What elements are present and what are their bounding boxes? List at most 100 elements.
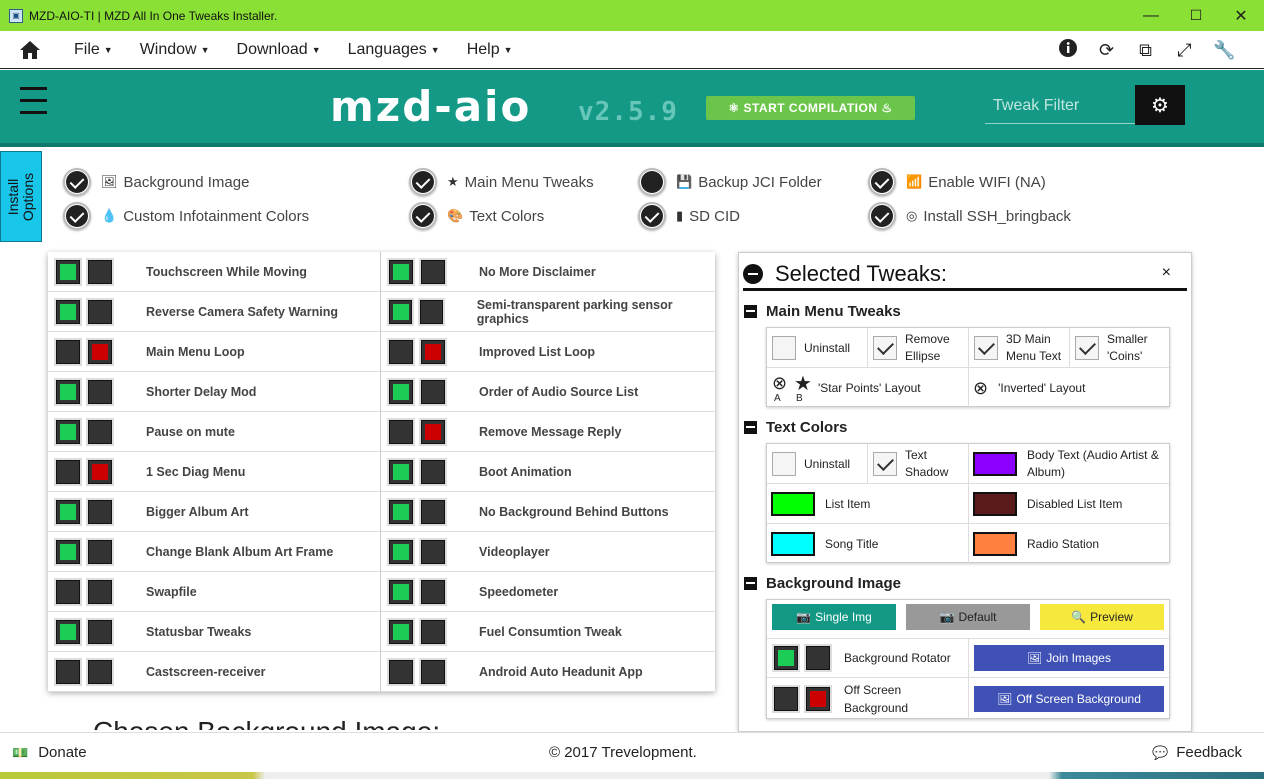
menu-help[interactable]: Help ▼ [467,41,513,59]
install-toggle[interactable] [56,459,80,484]
tweak-row[interactable]: Shorter Delay Mod [48,372,381,412]
checkbox[interactable] [873,335,897,360]
install-toggle[interactable] [389,659,413,684]
uninstall-toggle[interactable] [421,379,445,404]
install-toggle[interactable] [56,539,80,564]
uninstall-toggle[interactable] [421,459,445,484]
install-toggle[interactable] [389,299,412,324]
color-swatch[interactable] [771,491,815,516]
install-toggle[interactable] [56,339,80,364]
info-icon[interactable] [1057,38,1078,63]
checkbox-icon[interactable] [868,202,896,230]
tweak-row[interactable]: Improved List Loop [381,332,715,372]
mm-uninstall[interactable]: Uninstall [767,328,868,368]
uninstall-toggle[interactable] [88,259,112,284]
uninstall-toggle[interactable] [421,579,445,604]
uninstall-toggle[interactable] [421,499,445,524]
tc-text-shadow[interactable]: Text Shadow [868,444,969,484]
option-install-ssh[interactable]: ◎ Install SSH_bringback [868,202,1071,230]
install-toggle[interactable] [389,259,413,284]
tweak-row[interactable]: Speedometer [381,572,715,612]
close-icon[interactable]: × [1162,264,1171,282]
install-toggle[interactable] [56,579,80,604]
tweak-row[interactable]: Semi-transparent parking sensor graphics [381,292,715,332]
close-circle-icon[interactable]: ⊗ [772,373,787,394]
uninstall-toggle[interactable] [88,499,112,524]
checkbox[interactable] [772,335,796,360]
install-options-tab[interactable]: Install Options [0,151,42,242]
checkbox-icon[interactable] [638,168,666,196]
install-toggle[interactable] [389,379,413,404]
collapse-icon[interactable] [744,577,757,590]
tc-disabled-item[interactable]: Disabled List Item [969,484,1171,524]
bg-rotator[interactable]: Background Rotator [767,638,969,678]
wrench-icon[interactable]: 🔧 [1213,40,1235,61]
mm-smaller-coins[interactable]: Smaller 'Coins' [1070,328,1171,368]
uninstall-toggle[interactable] [88,419,112,444]
tweak-row[interactable]: Order of Audio Source List [381,372,715,412]
start-compilation-button[interactable]: ⚛ START COMPILATION ♨ [706,96,915,120]
uninstall-toggle[interactable] [88,459,112,484]
home-icon[interactable] [0,31,60,69]
refresh-icon[interactable]: ⟳ [1096,40,1117,61]
install-toggle[interactable] [389,499,413,524]
tweak-row[interactable]: Remove Message Reply [381,412,715,452]
bg-offscreen[interactable]: Off Screen Background [767,678,969,720]
section-text-colors[interactable]: Text Colors [744,419,847,436]
tweak-row[interactable]: Reverse Camera Safety Warning [48,292,381,332]
uninstall-toggle[interactable] [88,379,112,404]
tweak-row[interactable]: Touchscreen While Moving [48,252,381,292]
menu-languages[interactable]: Languages ▼ [348,41,440,59]
tweak-row[interactable]: 1 Sec Diag Menu [48,452,381,492]
tc-song-title[interactable]: Song Title [767,524,969,564]
option-custom-colors[interactable]: 💧 Custom Infotainment Colors [63,202,309,230]
install-toggle[interactable] [389,539,413,564]
offscreen-background-button[interactable]: 🖼 Off Screen Background [974,686,1164,712]
option-background-image[interactable]: 🖼 Background Image [63,168,249,196]
install-toggle[interactable] [56,619,80,644]
checkbox-icon[interactable] [63,202,91,230]
install-toggle[interactable] [56,419,80,444]
tc-radio-station[interactable]: Radio Station [969,524,1171,564]
tweak-row[interactable]: Bigger Album Art [48,492,381,532]
collapse-icon[interactable] [743,263,763,284]
checkbox-icon[interactable] [638,202,666,230]
option-enable-wifi[interactable]: 📶 Enable WIFI (NA) [868,168,1046,196]
menu-window[interactable]: Window ▼ [140,41,210,59]
checkbox-icon[interactable] [409,202,437,230]
tc-body-text[interactable]: Body Text (Audio Artist & Album) [969,444,1171,484]
color-swatch[interactable] [973,491,1017,516]
install-toggle[interactable] [56,259,80,284]
minimize-button[interactable]: — [1128,0,1174,31]
maximize-button[interactable]: ☐ [1173,0,1219,31]
uninstall-toggle[interactable] [88,299,112,324]
default-button[interactable]: 📷 Default [906,604,1030,630]
uninstall-toggle[interactable] [419,299,443,324]
tweak-row[interactable]: Statusbar Tweaks [48,612,381,652]
tweak-row[interactable]: Pause on mute [48,412,381,452]
install-toggle[interactable] [389,459,413,484]
tweak-row[interactable]: Android Auto Headunit App [381,652,715,692]
uninstall-toggle[interactable] [88,579,112,604]
checkbox[interactable] [772,451,796,476]
tweak-row[interactable]: No Background Behind Buttons [381,492,715,532]
uninstall-toggle[interactable] [88,619,112,644]
toggle-on[interactable] [774,646,798,670]
mm-3d-text[interactable]: 3D Main Menu Text [969,328,1070,368]
mm-star-layout[interactable]: ⊗ ★ A B 'Star Points' Layout [767,368,969,408]
uninstall-toggle[interactable] [421,659,445,684]
collapse-icon[interactable] [744,421,757,434]
option-main-menu-tweaks[interactable]: ★ Main Menu Tweaks [409,168,594,196]
color-swatch[interactable] [973,451,1017,476]
checkbox-icon[interactable] [409,168,437,196]
toggle-off[interactable] [806,646,830,670]
mm-inverted-layout[interactable]: ⊗ 'Inverted' Layout [969,368,1171,408]
collapse-icon[interactable] [744,305,757,318]
uninstall-toggle[interactable] [88,539,112,564]
color-swatch[interactable] [771,532,815,556]
checkbox[interactable] [873,451,897,476]
windows-icon[interactable]: ⧉ [1135,40,1156,61]
tweak-row[interactable]: Change Blank Album Art Frame [48,532,381,572]
section-background-image[interactable]: Background Image [744,575,901,592]
checkbox[interactable] [1075,335,1099,360]
